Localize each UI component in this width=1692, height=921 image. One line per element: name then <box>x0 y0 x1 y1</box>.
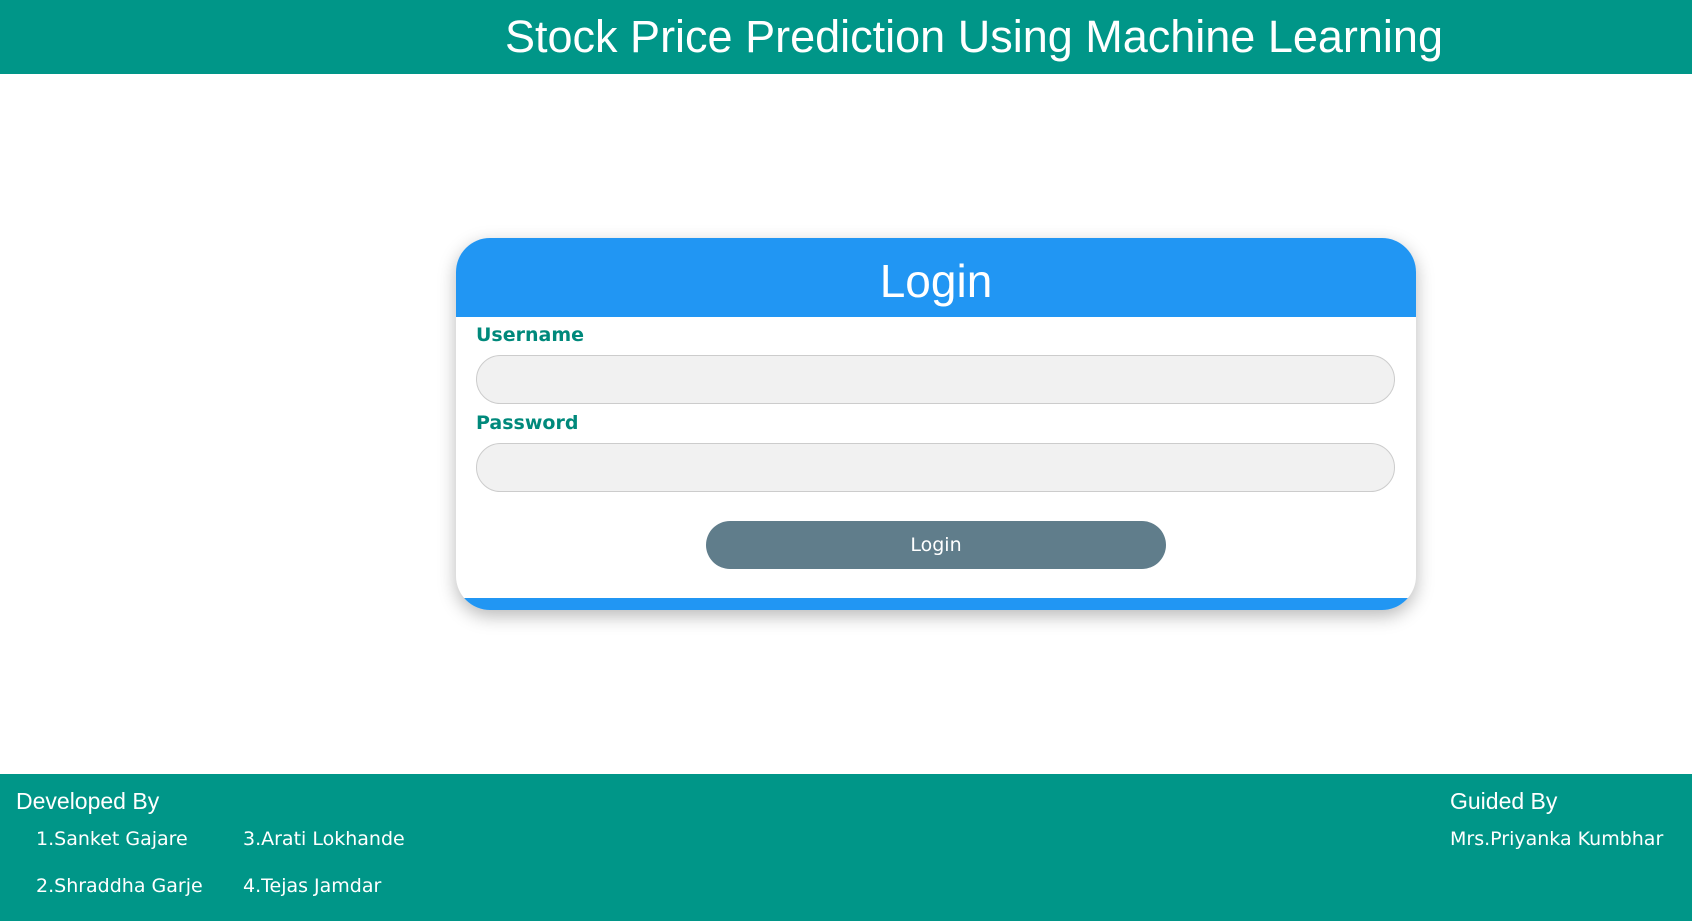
page-title: Stock Price Prediction Using Machine Lea… <box>505 11 1443 62</box>
login-card-title: Login <box>879 255 993 307</box>
developer-name: 3.Arati Lokhande <box>243 828 405 850</box>
password-input[interactable] <box>476 443 1395 492</box>
footer: Developed By 1.Sanket Gajare 2.Shraddha … <box>0 774 1692 921</box>
developer-name: 1.Sanket Gajare <box>36 828 188 850</box>
top-header: Stock Price Prediction Using Machine Lea… <box>0 0 1692 74</box>
guide-name: Mrs.Priyanka Kumbhar <box>1450 828 1664 850</box>
login-card-footer <box>456 598 1416 610</box>
username-input[interactable] <box>476 355 1395 404</box>
developer-name: 4.Tejas Jamdar <box>243 875 382 897</box>
username-label: Username <box>476 324 585 346</box>
password-label: Password <box>476 412 579 434</box>
developed-by-heading: Developed By <box>16 788 160 814</box>
developer-name: 2.Shraddha Garje <box>36 875 203 897</box>
login-card: Login Username Password Login <box>456 238 1416 610</box>
guided-by-heading: Guided By <box>1450 788 1558 814</box>
login-button[interactable]: Login <box>706 521 1166 569</box>
